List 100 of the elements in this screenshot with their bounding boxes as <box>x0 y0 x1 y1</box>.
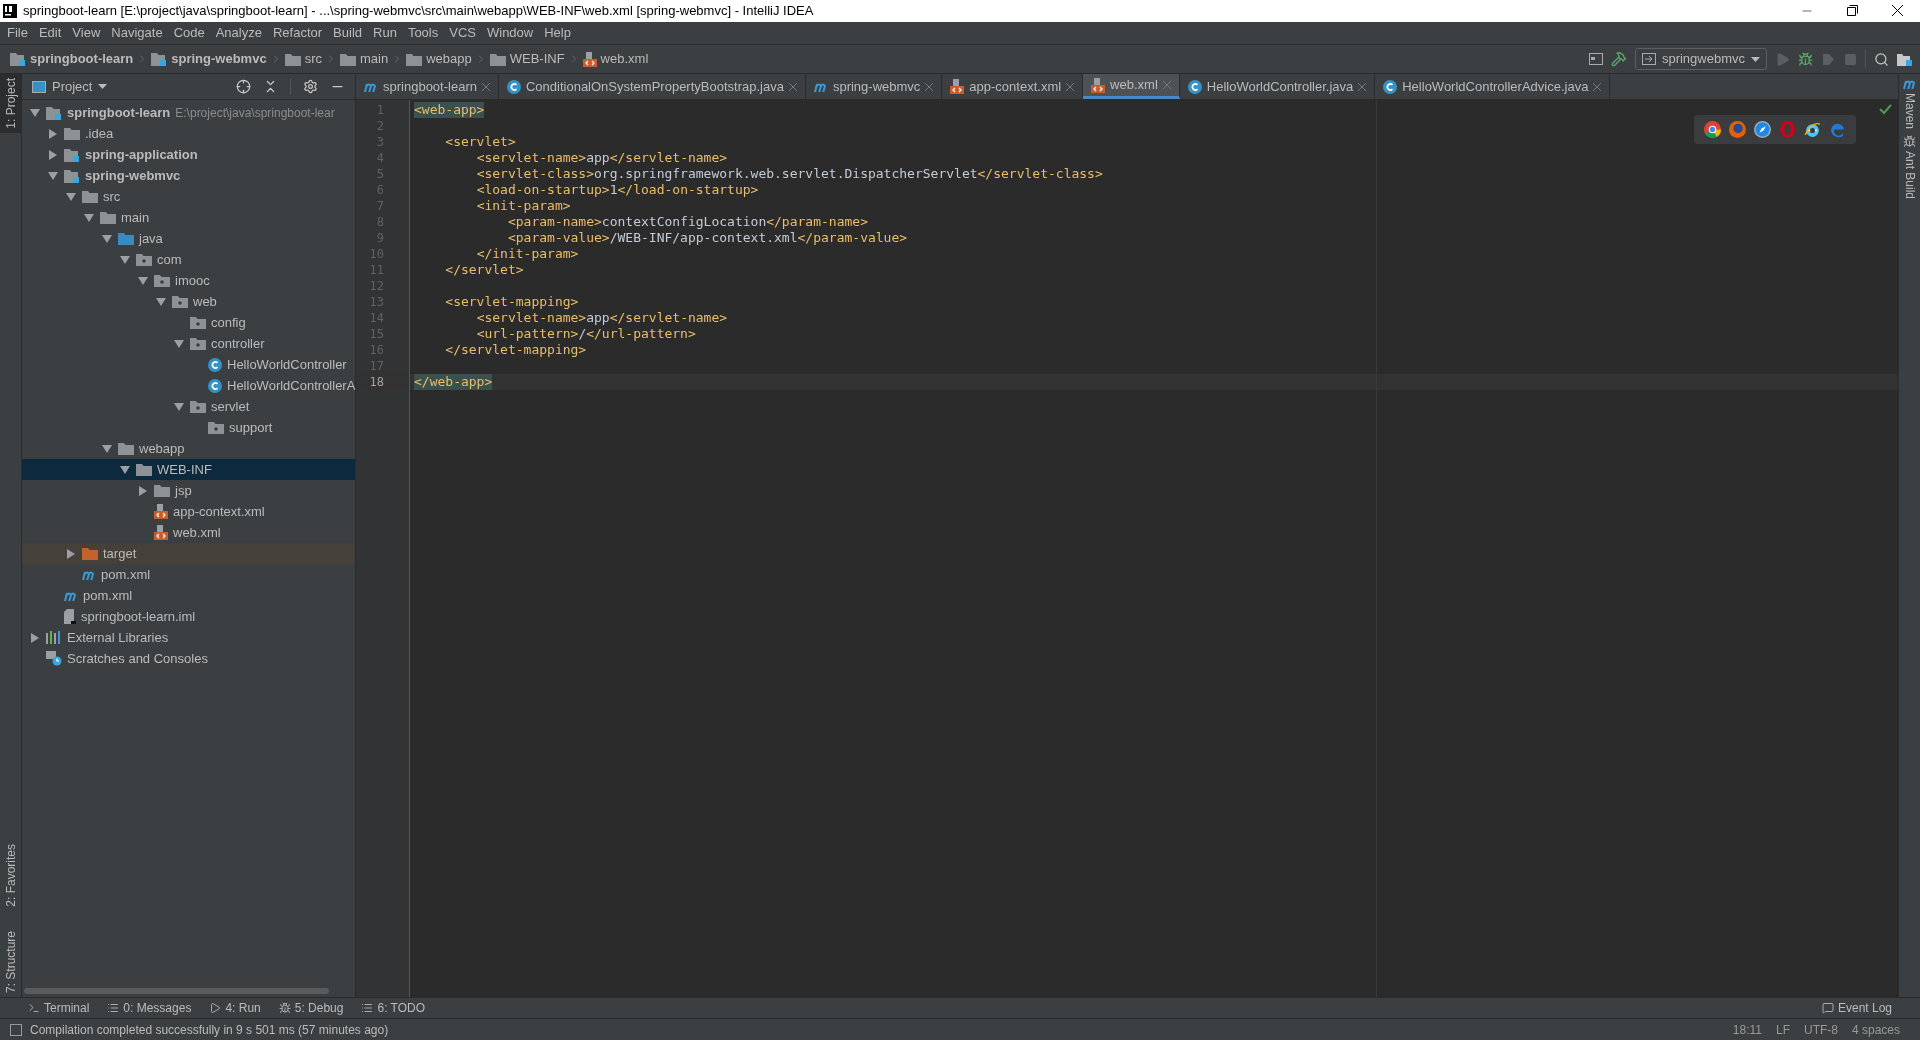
settings-icon[interactable] <box>303 79 318 94</box>
close-icon[interactable] <box>1892 5 1903 16</box>
tool-window-tab[interactable]: 2: Favorites <box>0 840 21 911</box>
expanded-arrow-icon[interactable] <box>101 444 112 453</box>
status-item[interactable]: 18:11 <box>1732 1020 1762 1039</box>
panel-title[interactable]: Project <box>52 76 93 97</box>
dropdown-caret-icon[interactable] <box>98 84 108 89</box>
tree-item[interactable]: servlet <box>22 396 355 417</box>
breadcrumb[interactable]: src <box>282 49 324 69</box>
expanded-arrow-icon[interactable] <box>29 108 40 117</box>
tree-item[interactable]: WEB-INF <box>22 459 355 480</box>
tree-item[interactable]: java <box>22 228 355 249</box>
tree-item[interactable]: main <box>22 207 355 228</box>
breadcrumb[interactable]: WEB-INF <box>487 49 567 69</box>
breadcrumb[interactable]: spring-webmvc <box>149 49 269 69</box>
collapsed-arrow-icon[interactable] <box>66 548 75 559</box>
tool-window-button[interactable]: 4: Run <box>209 999 261 1017</box>
editor-tab[interactable]: HelloWorldController.java <box>1179 74 1376 99</box>
restore-icon[interactable] <box>1847 5 1858 16</box>
menu-item[interactable]: Build <box>328 23 367 43</box>
menu-item[interactable]: Code <box>168 23 210 43</box>
menu-item[interactable]: Run <box>368 23 402 43</box>
tool-window-tab[interactable]: 7: Structure <box>0 926 21 997</box>
close-tab-icon[interactable] <box>1066 82 1075 91</box>
locate-icon[interactable] <box>236 79 251 94</box>
editor-tab[interactable]: spring-webmvc <box>805 74 943 99</box>
close-tab-icon[interactable] <box>481 82 490 91</box>
tree-item[interactable]: target <box>22 543 355 564</box>
tree-item[interactable]: springboot-learn.iml <box>22 606 355 627</box>
menu-item[interactable]: View <box>67 23 106 43</box>
menu-item[interactable]: VCS <box>444 23 481 43</box>
expanded-arrow-icon[interactable] <box>83 213 94 222</box>
tree-item[interactable]: springboot-learn E:\project\java\springboot-lear <box>22 102 355 123</box>
tool-window-tab[interactable]: Maven <box>1900 78 1919 130</box>
menu-item[interactable]: Refactor <box>267 23 328 43</box>
tree-item[interactable]: com <box>22 249 355 270</box>
breadcrumb[interactable]: springboot-learn <box>8 49 136 69</box>
tool-window-button[interactable]: Event Log <box>1821 999 1892 1017</box>
debug-icon[interactable] <box>1798 51 1813 67</box>
tool-window-button[interactable]: 5: Debug <box>278 999 344 1017</box>
breadcrumb[interactable]: main <box>338 49 391 69</box>
tree-item[interactable]: config <box>22 312 355 333</box>
menu-item[interactable]: Tools <box>402 23 444 43</box>
menu-item[interactable]: Window <box>481 23 539 43</box>
editor-tab[interactable]: web.xml <box>1083 74 1180 99</box>
tree-item[interactable]: HelloWorldControllerA <box>22 375 355 396</box>
tree-item[interactable]: .idea <box>22 123 355 144</box>
collapsed-arrow-icon[interactable] <box>138 485 147 496</box>
tree-item[interactable]: support <box>22 417 355 438</box>
collapsed-arrow-icon[interactable] <box>48 128 57 139</box>
tree-item[interactable]: web.xml <box>22 522 355 543</box>
browser-icon[interactable] <box>1704 121 1721 138</box>
tool-window-button[interactable]: 6: TODO <box>361 999 426 1017</box>
tree-item[interactable]: spring-webmvc <box>22 165 355 186</box>
build-icon[interactable] <box>1610 51 1627 67</box>
tree-item[interactable]: controller <box>22 333 355 354</box>
tree-item[interactable]: spring-application <box>22 144 355 165</box>
expanded-arrow-icon[interactable] <box>119 255 130 264</box>
browser-icon[interactable] <box>1804 121 1821 138</box>
tree-item[interactable]: web <box>22 291 355 312</box>
status-item[interactable]: LF <box>1775 1020 1790 1039</box>
close-tab-icon[interactable] <box>1358 82 1367 91</box>
tree-item[interactable]: pom.xml <box>22 564 355 585</box>
project-window-icon[interactable] <box>1897 52 1912 66</box>
compass-icon[interactable] <box>1754 121 1771 138</box>
close-tab-icon[interactable] <box>788 82 797 91</box>
expanded-arrow-icon[interactable] <box>173 339 184 348</box>
breadcrumb[interactable]: web.xml <box>580 49 651 69</box>
status-item[interactable]: UTF-8 <box>1803 1020 1838 1039</box>
editor-tab[interactable]: ConditionalOnSystemPropertyBootstrap.java <box>498 74 806 99</box>
tool-window-button[interactable]: 0: Messages <box>107 999 192 1017</box>
menu-item[interactable]: Edit <box>33 23 67 43</box>
collapsed-arrow-icon[interactable] <box>48 149 57 160</box>
expanded-arrow-icon[interactable] <box>119 465 130 474</box>
tree-item[interactable]: webapp <box>22 438 355 459</box>
editor-tab[interactable]: HelloWorldControllerAdvice.java <box>1375 74 1611 99</box>
tree-item[interactable]: app-context.xml <box>22 501 355 522</box>
tree-item[interactable]: jsp <box>22 480 355 501</box>
menu-item[interactable]: Analyze <box>210 23 267 43</box>
tree-item[interactable]: External Libraries <box>22 627 355 648</box>
menu-item[interactable]: Help <box>539 23 576 43</box>
menu-item[interactable]: File <box>2 23 33 43</box>
run-config-dropdown[interactable]: springwebmvc <box>1634 48 1767 70</box>
tool-window-button[interactable]: Terminal <box>28 999 90 1017</box>
tool-window-tab[interactable]: 1: Project <box>0 74 21 133</box>
close-tab-icon[interactable] <box>925 82 934 91</box>
breadcrumb[interactable]: webapp <box>404 49 474 69</box>
scrollbar[interactable] <box>24 988 329 994</box>
expanded-arrow-icon[interactable] <box>65 192 76 201</box>
tree-item[interactable]: pom.xml <box>22 585 355 606</box>
expanded-arrow-icon[interactable] <box>47 171 58 180</box>
collapsed-arrow-icon[interactable] <box>30 632 39 643</box>
tree-item[interactable]: imooc <box>22 270 355 291</box>
editor-tab[interactable]: springboot-learn <box>356 74 499 99</box>
project-structure-icon[interactable] <box>1588 53 1603 65</box>
tool-window-tab[interactable]: Ant Build <box>1900 135 1919 200</box>
search-icon[interactable] <box>1874 51 1889 67</box>
expanded-arrow-icon[interactable] <box>137 276 148 285</box>
menu-item[interactable]: Navigate <box>106 23 168 43</box>
expanded-arrow-icon[interactable] <box>101 234 112 243</box>
